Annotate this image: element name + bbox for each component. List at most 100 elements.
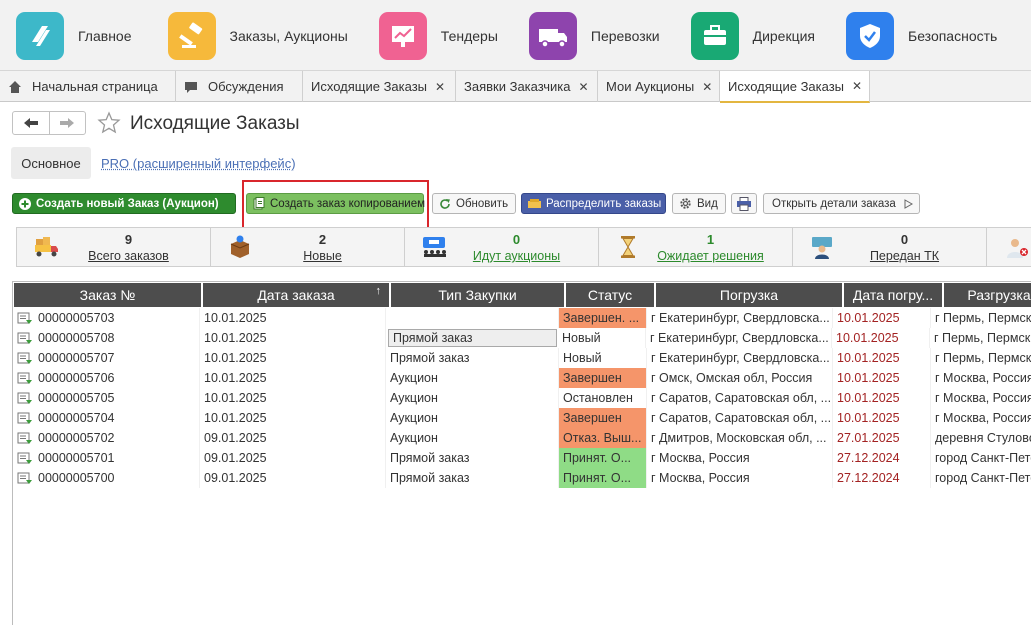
tab-discussions[interactable]: Обсуждения: [176, 71, 303, 102]
section-transport[interactable]: Перевозки: [498, 0, 660, 70]
cell-order-date[interactable]: 10.01.2025: [200, 308, 386, 328]
cell-order-number[interactable]: 00000005706: [13, 368, 200, 388]
cell-order-number[interactable]: 00000005703: [13, 308, 200, 328]
cell-unloading[interactable]: г Москва, Россия: [931, 368, 1031, 388]
tab-my-auctions[interactable]: Мои Аукционы ✕: [598, 71, 720, 102]
counter-transferred-tk[interactable]: 0 Передан ТК: [793, 228, 987, 266]
cell-loading-date[interactable]: 27.01.2025: [833, 428, 931, 448]
cell-unloading[interactable]: г Пермь, Пермская: [931, 308, 1031, 328]
cell-unloading[interactable]: г Пермь, Пермская: [931, 348, 1031, 368]
section-orders[interactable]: Заказы, Аукционы: [132, 0, 348, 70]
cell-order-date[interactable]: 09.01.2025: [200, 468, 386, 488]
column-header-status[interactable]: Статус: [566, 283, 654, 307]
cell-loading-date[interactable]: 10.01.2025: [832, 328, 930, 348]
cell-unloading[interactable]: г Москва, Россия: [931, 388, 1031, 408]
cell-order-number[interactable]: 00000005702: [13, 428, 200, 448]
cell-status[interactable]: Отказ. Выш...: [559, 428, 647, 448]
tab-home[interactable]: Начальная страница: [0, 71, 176, 102]
cell-status[interactable]: Принят. О...: [559, 448, 647, 468]
table-row[interactable]: 00000005707 10.01.2025 Прямой заказ Новый г …: [13, 348, 1031, 368]
table-row[interactable]: 00000005704 10.01.2025 Аукцион Завершен г Са…: [13, 408, 1031, 428]
cell-unloading[interactable]: г Москва, Россия: [931, 408, 1031, 428]
table-row[interactable]: 00000005700 09.01.2025 Прямой заказ Принят.…: [13, 468, 1031, 488]
column-header-loading[interactable]: Погрузка: [656, 283, 842, 307]
cell-status[interactable]: Новый: [559, 348, 647, 368]
cell-purchase-type[interactable]: Аукцион: [386, 408, 559, 428]
cell-order-date[interactable]: 10.01.2025: [200, 388, 386, 408]
cell-loading[interactable]: г Дмитров, Московская обл, ...: [647, 428, 833, 448]
cell-unloading[interactable]: г Пермь, Пермская: [930, 328, 1031, 348]
cell-loading-date[interactable]: 10.01.2025: [833, 368, 931, 388]
column-header-unloading[interactable]: Разгрузка: [944, 283, 1031, 307]
cell-unloading[interactable]: деревня Стуловo: [931, 428, 1031, 448]
counter-total-orders[interactable]: 9 Всего заказов: [17, 228, 211, 266]
cell-status[interactable]: Новый: [558, 328, 646, 348]
cell-purchase-type[interactable]: [386, 308, 559, 328]
cell-order-number[interactable]: 00000005704: [13, 408, 200, 428]
close-icon[interactable]: ✕: [435, 80, 445, 94]
cell-order-number[interactable]: 00000005707: [13, 348, 200, 368]
forward-button[interactable]: [48, 112, 86, 134]
cell-loading[interactable]: г Москва, Россия: [647, 448, 833, 468]
cell-purchase-type[interactable]: Аукцион: [386, 368, 559, 388]
column-header-order-date[interactable]: Дата заказа ↑: [203, 283, 389, 307]
cell-loading[interactable]: г Екатеринбург, Свердловска...: [647, 308, 833, 328]
column-header-loading-date[interactable]: Дата погру...: [844, 283, 942, 307]
cell-loading-date[interactable]: 10.01.2025: [833, 388, 931, 408]
tab-outgoing-orders-active[interactable]: Исходящие Заказы ✕: [720, 71, 870, 103]
mode-tab-pro[interactable]: PRO (расширенный интерфейс): [101, 156, 296, 171]
cell-order-date[interactable]: 09.01.2025: [200, 448, 386, 468]
cell-order-number[interactable]: 00000005708: [13, 328, 200, 348]
cell-order-date[interactable]: 10.01.2025: [200, 368, 386, 388]
cell-loading[interactable]: г Саратов, Саратовская обл, ...: [647, 408, 833, 428]
cell-loading-date[interactable]: 27.12.2024: [833, 448, 931, 468]
counter-partial[interactable]: [987, 228, 1031, 266]
create-new-order-button[interactable]: Создать новый Заказ (Аукцион): [12, 193, 236, 214]
tab-customer-requests[interactable]: Заявки Заказчика ✕: [456, 71, 598, 102]
table-row[interactable]: 00000005708 10.01.2025 Прямой заказ Новый г …: [13, 328, 1031, 348]
cell-order-date[interactable]: 09.01.2025: [200, 428, 386, 448]
counter-awaiting-decision[interactable]: 1 Ожидает решения: [599, 228, 793, 266]
cell-unloading[interactable]: город Санкт-Пете: [931, 468, 1031, 488]
favorite-star-icon[interactable]: [97, 111, 121, 135]
cell-order-date[interactable]: 10.01.2025: [200, 328, 386, 348]
cell-loading-date[interactable]: 10.01.2025: [833, 308, 931, 328]
cell-order-number[interactable]: 00000005701: [13, 448, 200, 468]
cell-status[interactable]: Завершен. ...: [559, 308, 647, 328]
cell-order-number[interactable]: 00000005700: [13, 468, 200, 488]
cell-status[interactable]: Завершен: [559, 368, 647, 388]
column-header-order-number[interactable]: Заказ №: [14, 283, 201, 307]
cell-order-number[interactable]: 00000005705: [13, 388, 200, 408]
cell-loading-date[interactable]: 27.12.2024: [833, 468, 931, 488]
print-button[interactable]: [731, 193, 757, 214]
tab-outgoing-orders-1[interactable]: Исходящие Заказы ✕: [303, 71, 456, 102]
cell-status[interactable]: Принят. О...: [559, 468, 647, 488]
cell-purchase-type[interactable]: Аукцион: [386, 428, 559, 448]
cell-loading[interactable]: г Екатеринбург, Свердловска...: [646, 328, 832, 348]
table-row[interactable]: 00000005701 09.01.2025 Прямой заказ Принят.…: [13, 448, 1031, 468]
view-button[interactable]: Вид: [672, 193, 726, 214]
cell-loading[interactable]: г Москва, Россия: [647, 468, 833, 488]
cell-order-date[interactable]: 10.01.2025: [200, 408, 386, 428]
cell-order-date[interactable]: 10.01.2025: [200, 348, 386, 368]
table-row[interactable]: 00000005702 09.01.2025 Аукцион Отказ. Выш..…: [13, 428, 1031, 448]
table-row[interactable]: 00000005703 10.01.2025 Завершен. ... г Екат…: [13, 308, 1031, 328]
close-icon[interactable]: ✕: [579, 80, 589, 94]
cell-purchase-type[interactable]: Аукцион: [386, 388, 559, 408]
cell-purchase-type[interactable]: Прямой заказ: [388, 329, 557, 347]
section-calculator[interactable]: [997, 0, 1031, 70]
cell-loading-date[interactable]: 10.01.2025: [833, 348, 931, 368]
close-icon[interactable]: ✕: [702, 80, 712, 94]
back-button[interactable]: [13, 112, 49, 134]
cell-purchase-type[interactable]: Прямой заказ: [386, 448, 559, 468]
cell-loading[interactable]: г Екатеринбург, Свердловска...: [647, 348, 833, 368]
mode-tab-basic[interactable]: Основное: [11, 147, 91, 179]
counter-new[interactable]: 2 Новые: [211, 228, 405, 266]
distribute-orders-button[interactable]: Распределить заказы: [521, 193, 666, 214]
cell-loading[interactable]: г Омск, Омская обл, Россия: [647, 368, 833, 388]
cell-loading[interactable]: г Саратов, Саратовская обл, ...: [647, 388, 833, 408]
section-tenders[interactable]: Тендеры: [348, 0, 498, 70]
cell-loading-date[interactable]: 10.01.2025: [833, 408, 931, 428]
cell-purchase-type[interactable]: Прямой заказ: [386, 468, 559, 488]
close-icon[interactable]: ✕: [852, 79, 862, 93]
